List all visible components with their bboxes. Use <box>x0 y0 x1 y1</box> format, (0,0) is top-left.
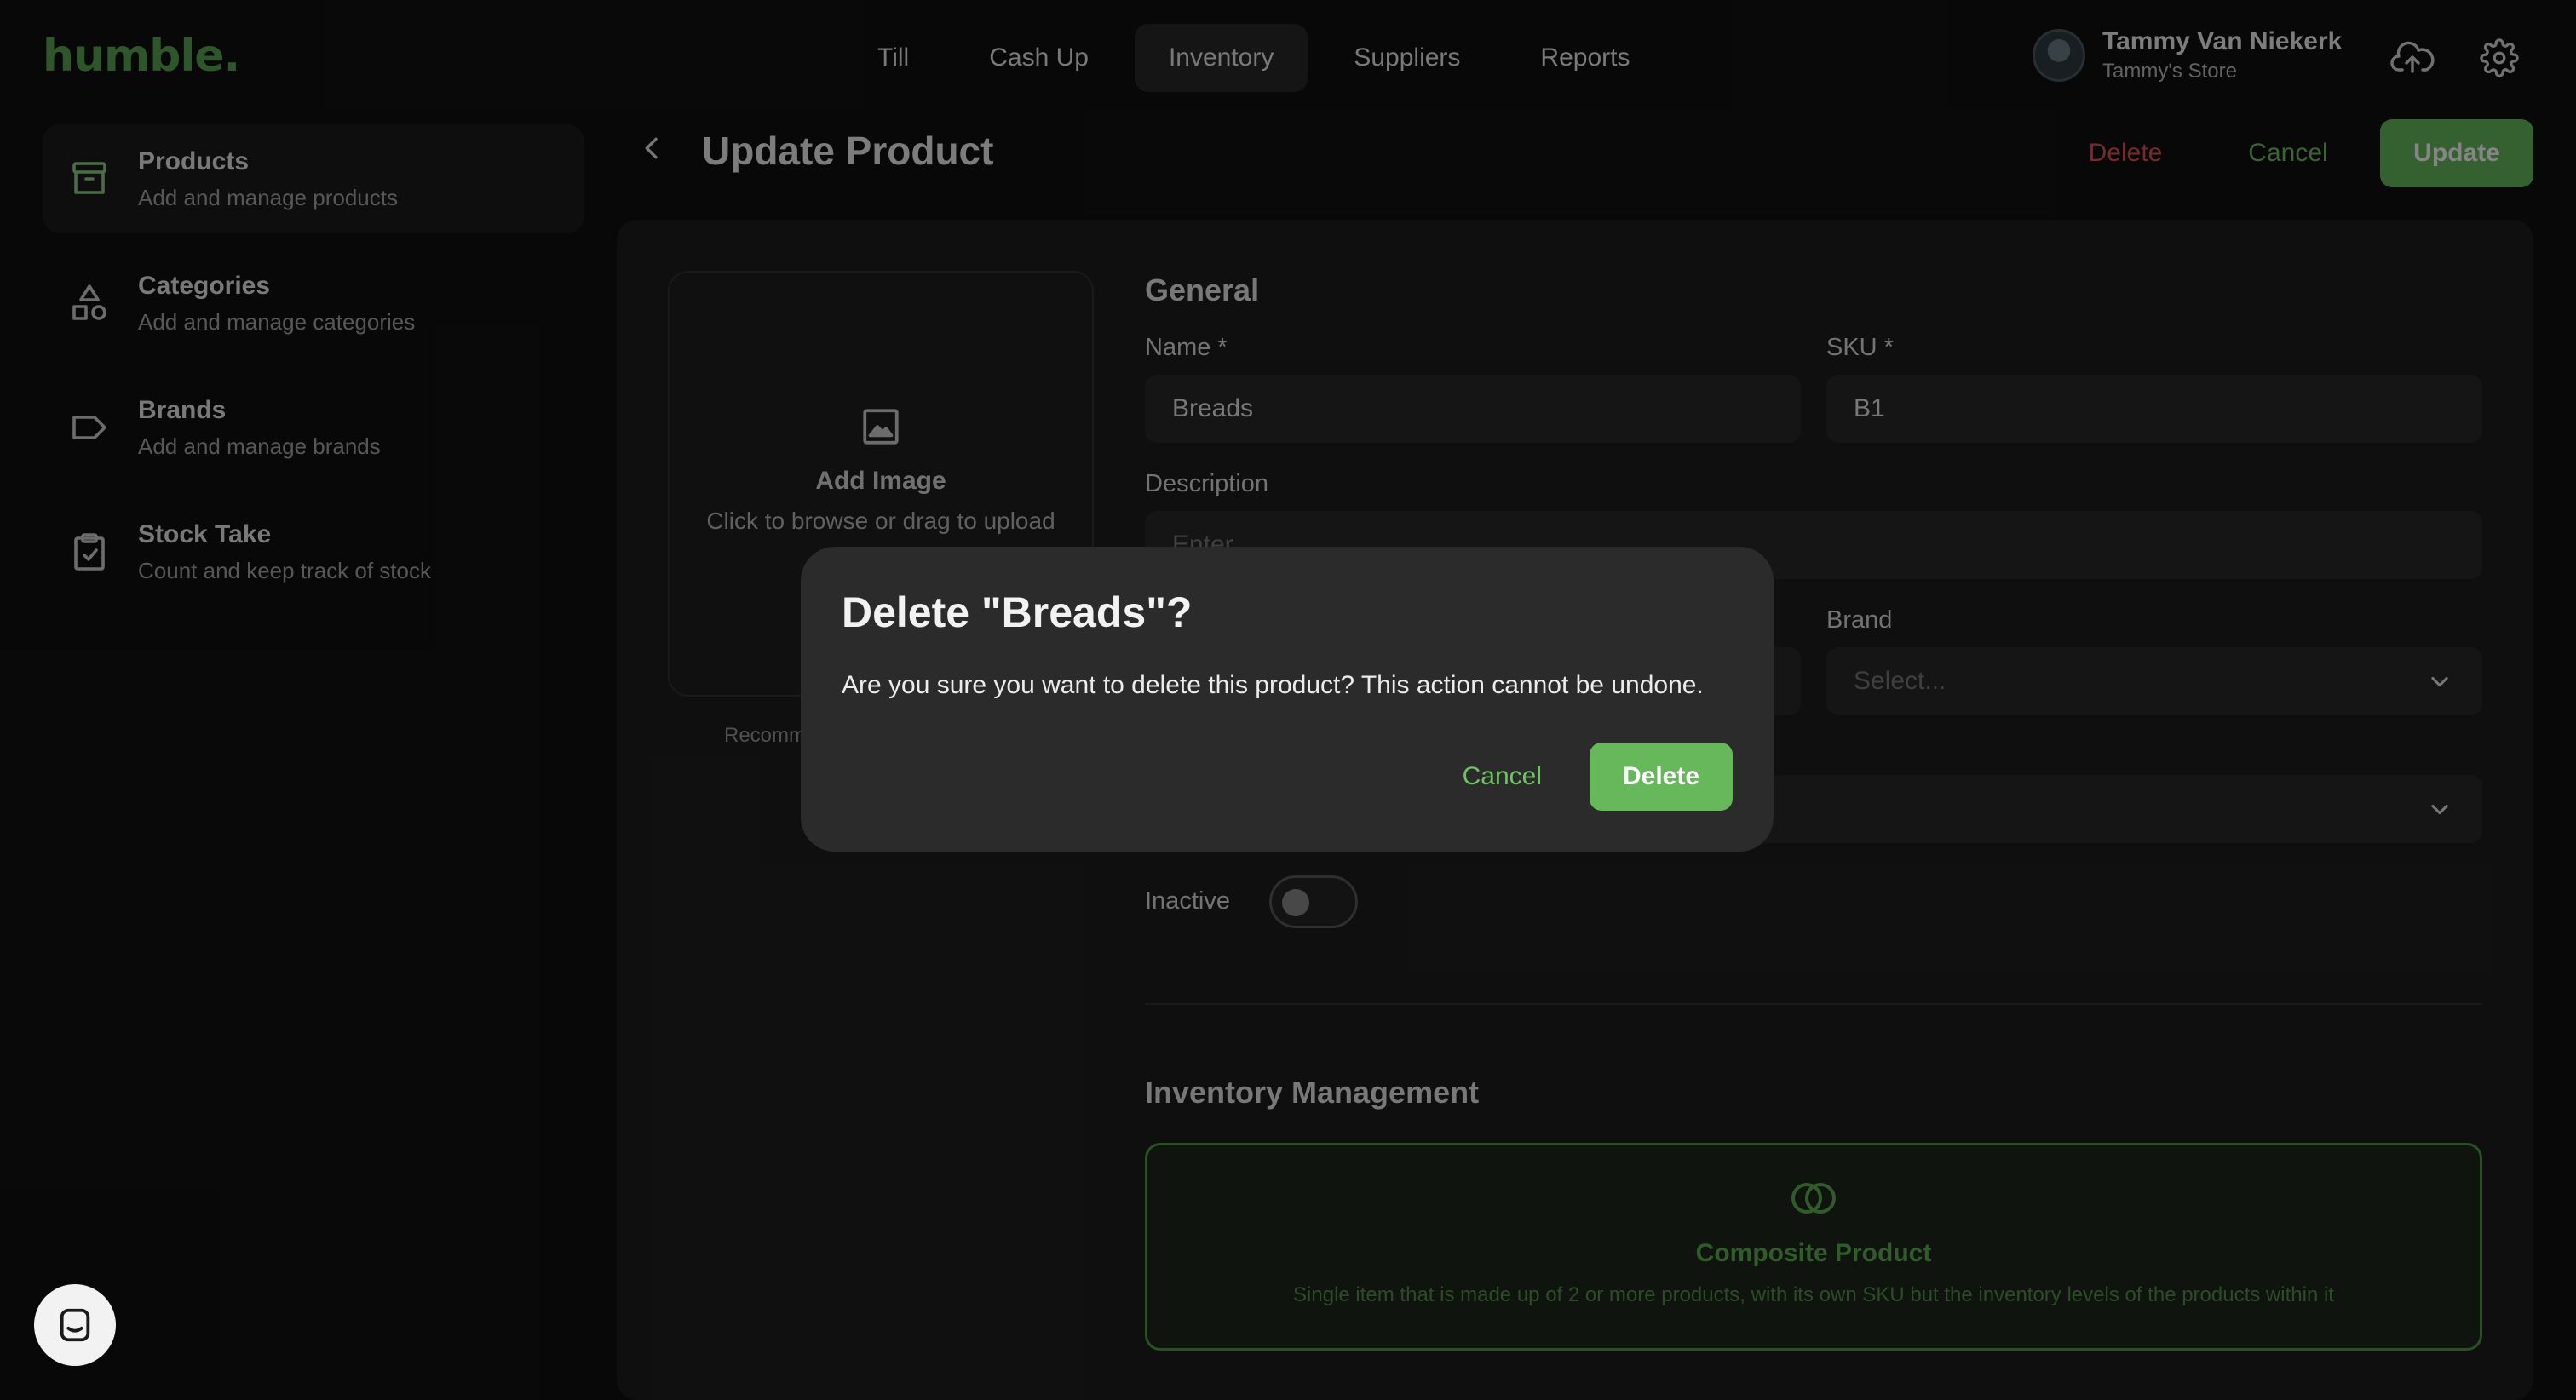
dialog-cancel-button[interactable]: Cancel <box>1444 743 1561 811</box>
chat-support-button[interactable] <box>34 1284 116 1366</box>
dialog-actions: Cancel Delete <box>1444 743 1733 811</box>
dialog-message: Are you sure you want to delete this pro… <box>842 671 1704 699</box>
chat-icon <box>60 1308 90 1342</box>
dialog-title: Delete "Breads"? <box>842 588 1193 636</box>
delete-confirm-dialog: Delete "Breads"? Are you sure you want t… <box>801 547 1774 852</box>
dialog-delete-button[interactable]: Delete <box>1590 743 1733 811</box>
